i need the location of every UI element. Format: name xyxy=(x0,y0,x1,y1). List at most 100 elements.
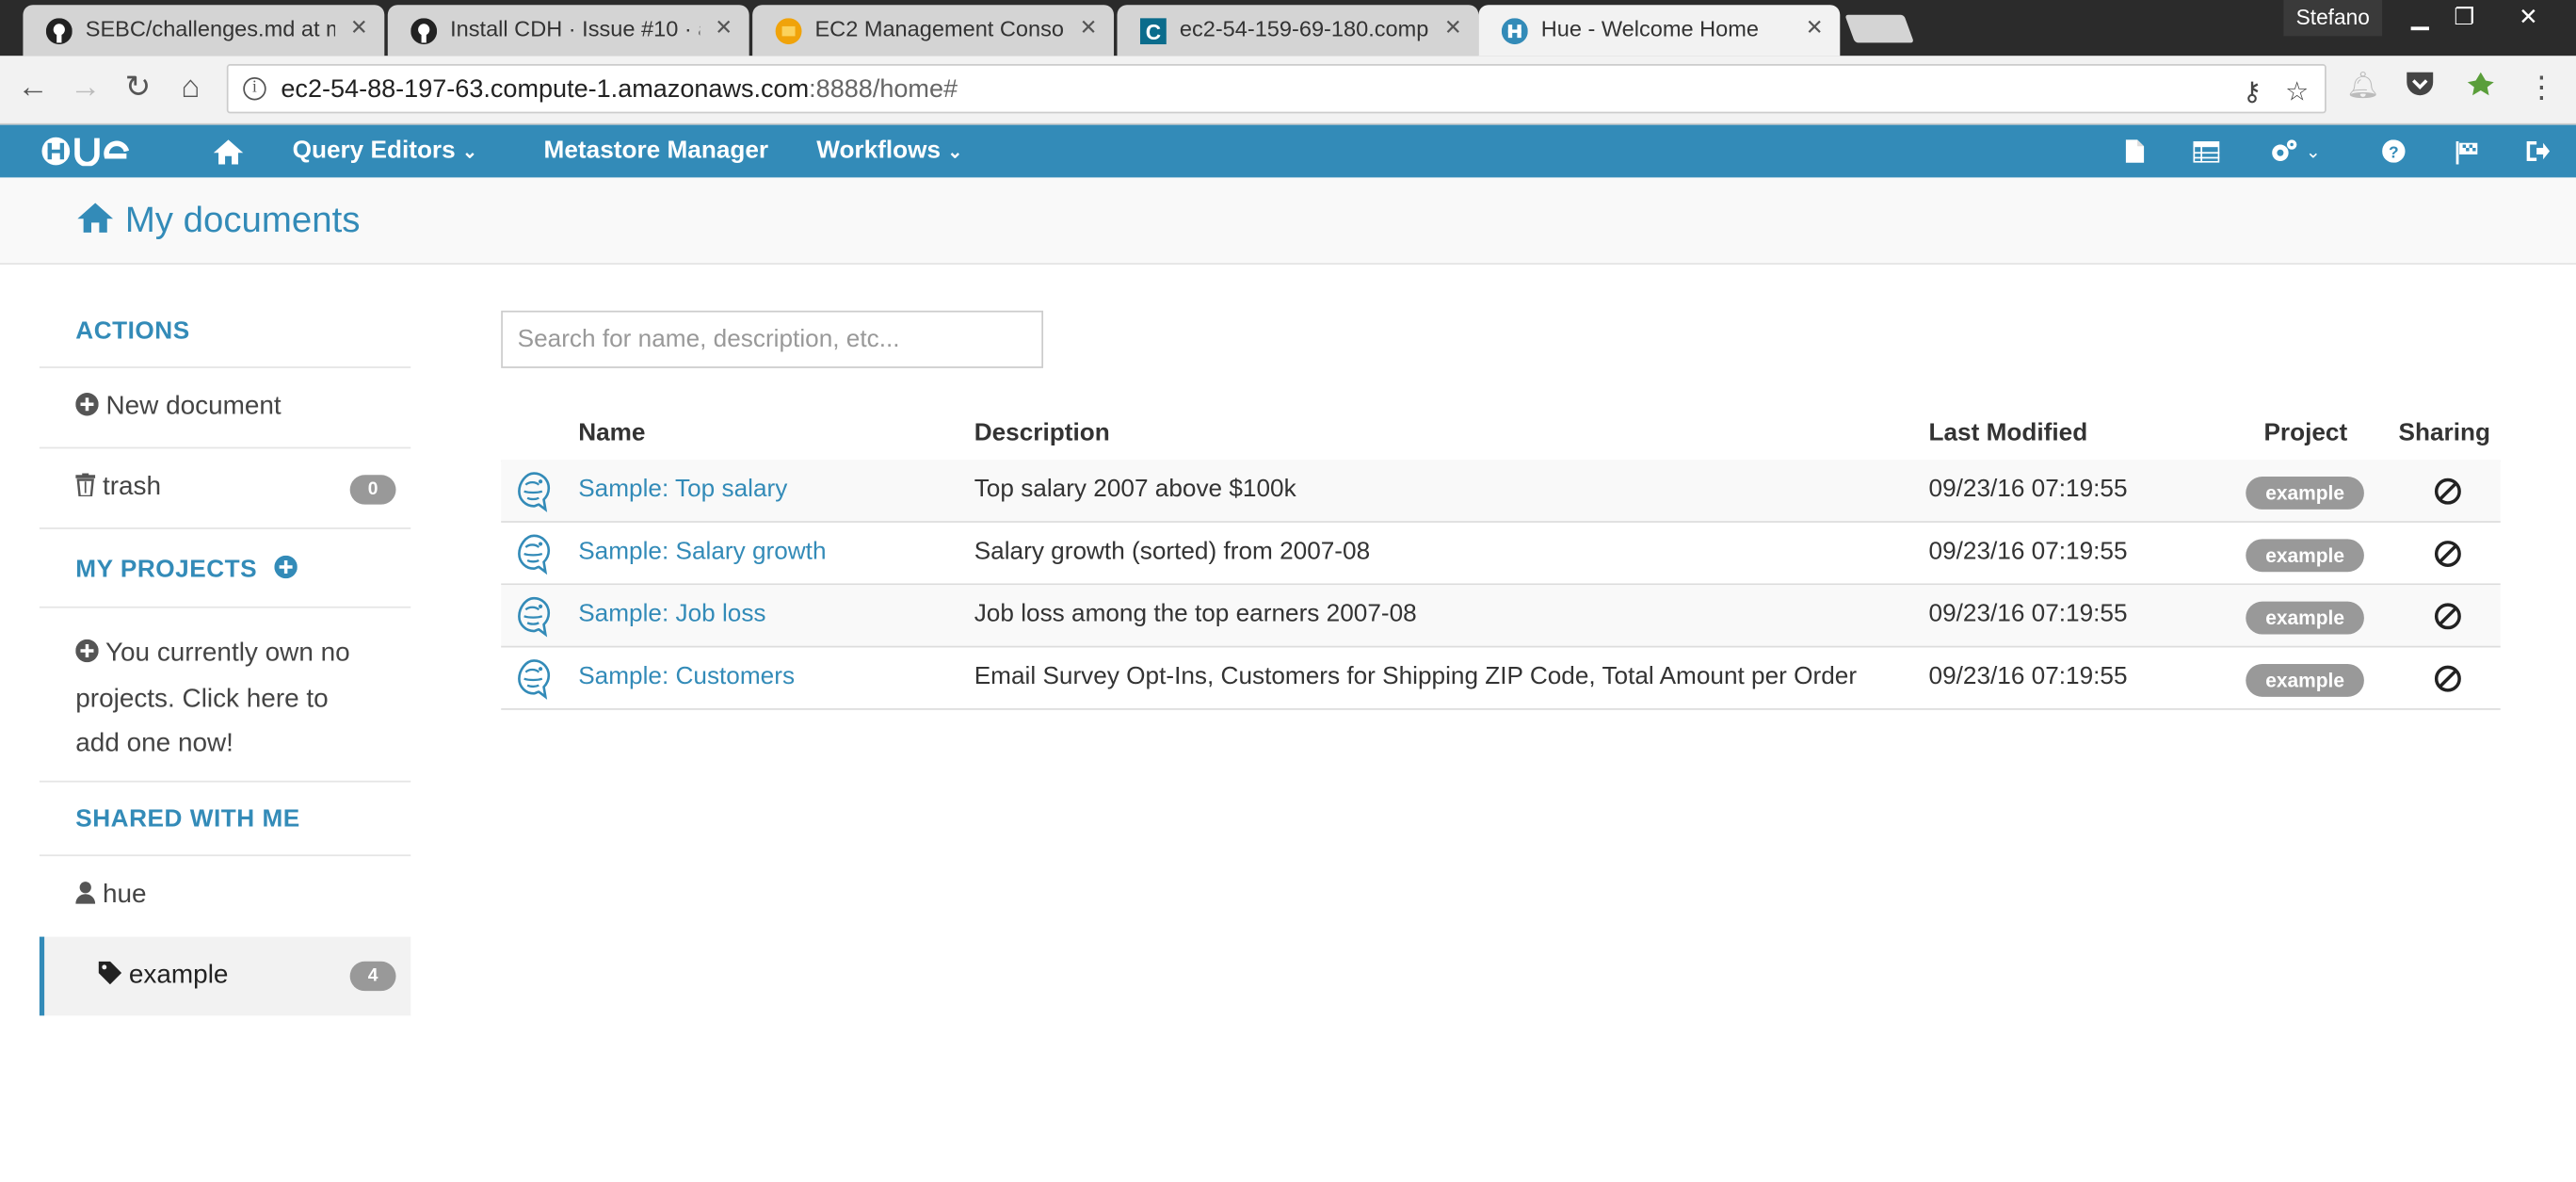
github-icon xyxy=(45,18,72,45)
document-last-modified: 09/23/16 07:19:55 xyxy=(1928,537,2128,566)
new-tab-button[interactable] xyxy=(1844,14,1914,43)
document-name-link[interactable]: Sample: Salary growth xyxy=(578,538,826,566)
column-header-description[interactable]: Description xyxy=(974,419,1110,447)
close-tab-icon[interactable]: ✕ xyxy=(1806,15,1824,41)
bell-icon[interactable]: 🔔︎ xyxy=(2346,71,2379,104)
browser-tab-strip: SEBC/challenges.md at m ✕ Install CDH · … xyxy=(0,0,2576,57)
not-shared-icon[interactable] xyxy=(2434,603,2461,630)
url-text: ec2-54-88-197-63.compute-1.amazonaws.com… xyxy=(281,75,958,104)
nav-query-editors[interactable]: Query Editors ⌄ xyxy=(293,125,477,178)
bookmark-star-icon[interactable]: ☆ xyxy=(2285,75,2309,108)
close-tab-icon[interactable]: ✕ xyxy=(1444,15,1462,41)
key-icon[interactable]: ⚷ xyxy=(2243,75,2262,108)
browser-tab-active[interactable]: Hue - Welcome Home ✕ xyxy=(1478,5,1841,57)
trash-link[interactable]: trash xyxy=(75,473,161,503)
table-icon[interactable] xyxy=(2190,125,2223,178)
back-icon[interactable]: ← xyxy=(15,71,51,106)
table-row[interactable]: Sample: Job loss Job loss among the top … xyxy=(501,585,2501,648)
column-header-name[interactable]: Name xyxy=(578,419,645,447)
table-row[interactable]: Sample: Customers Email Survey Opt-Ins, … xyxy=(501,647,2501,710)
search-input[interactable] xyxy=(502,312,1042,367)
shared-with-me-heading: SHARED WITH ME xyxy=(75,805,300,834)
forward-icon[interactable]: → xyxy=(68,71,104,106)
column-header-sharing[interactable]: Sharing xyxy=(2399,419,2490,447)
tag-label[interactable]: example xyxy=(98,961,228,991)
close-tab-icon[interactable]: ✕ xyxy=(350,15,368,41)
svg-text:?: ? xyxy=(2389,143,2399,162)
browser-tab[interactable]: SEBC/challenges.md at m ✕ xyxy=(23,5,385,57)
settings-gears-icon[interactable]: ⌄ xyxy=(2263,125,2326,178)
hue-navbar: Query Editors ⌄ Metastore Manager Workfl… xyxy=(0,124,2576,178)
home-nav-icon[interactable] xyxy=(210,125,246,178)
project-tag[interactable]: example xyxy=(2246,477,2364,510)
nav-workflows[interactable]: Workflows ⌄ xyxy=(816,125,962,178)
close-window-icon[interactable]: ✕ xyxy=(2507,0,2550,36)
tab-title: Hue - Welcome Home xyxy=(1540,16,1759,41)
menu-icon[interactable]: ⋮ xyxy=(2525,71,2558,104)
minimize-icon[interactable]: ▁ xyxy=(2399,0,2441,36)
column-header-project[interactable]: Project xyxy=(2263,419,2347,447)
document-description: Top salary 2007 above $100k xyxy=(974,475,1296,503)
table-header: Name Description Last Modified Project S… xyxy=(501,404,2501,462)
project-tag[interactable]: example xyxy=(2246,601,2364,635)
create-project-link[interactable]: You currently own no projects. Click her… xyxy=(75,631,404,767)
tab-title: Install CDH · Issue #10 · a xyxy=(450,16,700,41)
table-row[interactable]: Sample: Salary growth Salary growth (sor… xyxy=(501,523,2501,586)
browser-tab[interactable]: C ec2-54-159-69-180.comp ✕ xyxy=(1117,5,1479,57)
restore-icon[interactable]: ❐ xyxy=(2443,0,2486,36)
project-tag[interactable]: example xyxy=(2246,539,2364,573)
reload-icon[interactable]: ↻ xyxy=(120,71,155,106)
document-name-link[interactable]: Sample: Job loss xyxy=(578,600,765,628)
document-name-link[interactable]: Sample: Customers xyxy=(578,662,795,690)
page-title: My documents xyxy=(75,199,360,241)
address-bar[interactable]: i ec2-54-88-197-63.compute-1.amazonaws.c… xyxy=(226,64,2326,114)
shared-user-item[interactable]: hue xyxy=(75,881,147,910)
extension-icon[interactable] xyxy=(2464,71,2497,104)
trash-count-badge: 0 xyxy=(349,475,396,505)
tab-title: SEBC/challenges.md at m xyxy=(85,16,335,41)
svg-text:C: C xyxy=(1146,20,1161,44)
my-projects-heading: MY PROJECTS xyxy=(75,555,298,583)
new-document-link[interactable]: New document xyxy=(75,393,282,422)
hive-query-icon xyxy=(518,534,551,575)
page-header: My documents xyxy=(0,177,2576,265)
help-icon[interactable]: ? xyxy=(2379,125,2408,178)
home-icon xyxy=(77,202,114,233)
browser-tab[interactable]: EC2 Management Conso ✕ xyxy=(752,5,1115,57)
tag-count-badge: 4 xyxy=(349,961,396,992)
chevron-down-icon: ⌄ xyxy=(947,142,963,163)
document-last-modified: 09/23/16 07:19:55 xyxy=(1928,599,2128,628)
close-tab-icon[interactable]: ✕ xyxy=(715,15,733,41)
hue-logo[interactable] xyxy=(41,137,147,167)
home-icon[interactable]: ⌂ xyxy=(172,71,208,106)
close-tab-icon[interactable]: ✕ xyxy=(1080,15,1098,41)
not-shared-icon[interactable] xyxy=(2434,478,2461,505)
not-shared-icon[interactable] xyxy=(2434,541,2461,567)
flag-icon[interactable] xyxy=(2451,125,2480,178)
browser-toolbar: ← → ↻ ⌂ i ec2-54-88-197-63.compute-1.ama… xyxy=(0,56,2576,125)
column-header-last-modified[interactable]: Last Modified xyxy=(1929,419,2088,447)
not-shared-icon[interactable] xyxy=(2434,665,2461,692)
profile-button[interactable]: Stefano xyxy=(2283,0,2383,37)
table-row[interactable]: Sample: Top salary Top salary 2007 above… xyxy=(501,460,2501,523)
file-icon[interactable] xyxy=(2119,125,2149,178)
hue-icon xyxy=(1501,18,1528,45)
document-last-modified: 09/23/16 07:19:55 xyxy=(1928,475,2128,503)
project-tag[interactable]: example xyxy=(2246,663,2364,697)
actions-heading: ACTIONS xyxy=(75,316,190,346)
tab-title: ec2-54-159-69-180.comp xyxy=(1179,16,1429,41)
plus-circle-icon xyxy=(75,639,99,663)
document-description: Salary growth (sorted) from 2007-08 xyxy=(974,537,1371,566)
add-project-icon[interactable] xyxy=(274,555,298,579)
hive-query-icon xyxy=(518,472,551,512)
document-description: Email Survey Opt-Ins, Customers for Ship… xyxy=(974,662,1858,690)
browser-tab[interactable]: Install CDH · Issue #10 · a ✕ xyxy=(387,5,749,57)
site-info-icon[interactable]: i xyxy=(243,77,266,101)
tab-title: EC2 Management Conso xyxy=(814,16,1064,41)
nav-metastore-manager[interactable]: Metastore Manager xyxy=(544,125,769,178)
hive-query-icon xyxy=(518,596,551,638)
pocket-icon[interactable] xyxy=(2404,71,2437,104)
sign-out-icon[interactable] xyxy=(2521,125,2551,178)
document-name-link[interactable]: Sample: Top salary xyxy=(578,475,787,503)
search-box[interactable] xyxy=(501,310,1044,368)
